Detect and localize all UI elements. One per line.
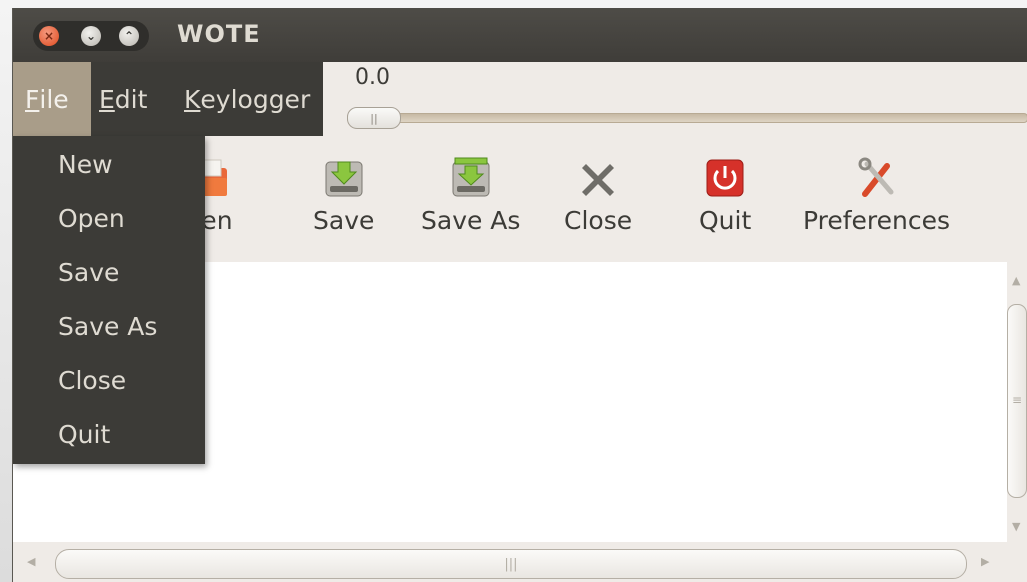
file-menu-dropdown: New Open Save Save As Close Quit	[13, 136, 205, 464]
title-bar: × ⌄ ⌃ WOTE	[13, 8, 1027, 62]
menu-bar: File Edit Keylogger	[13, 62, 323, 136]
grip-icon: |||	[504, 556, 518, 572]
vertical-scroll-thumb[interactable]: ≡	[1007, 304, 1027, 498]
file-menu-item-new[interactable]: New	[58, 150, 113, 179]
save-disk-icon	[325, 161, 363, 197]
slider-handle[interactable]: ||	[347, 107, 401, 129]
toolbar-quit-label: Quit	[699, 206, 752, 235]
slider-value: 0.0	[355, 65, 390, 90]
vertical-scrollbar[interactable]: ▲ ≡ ▼	[1007, 262, 1027, 542]
scroll-down-arrow-icon[interactable]: ▼	[1012, 520, 1020, 533]
power-icon	[706, 159, 744, 197]
toolbar-close-button[interactable]: Close	[564, 154, 632, 235]
file-menu-item-save[interactable]: Save	[58, 258, 119, 287]
tools-icon	[858, 157, 894, 197]
menu-file[interactable]: File	[13, 62, 91, 136]
toolbar-preferences-label: Preferences	[803, 206, 951, 235]
toolbar-save-as-button[interactable]: Save As	[421, 154, 520, 235]
scroll-left-arrow-icon[interactable]: ◀	[27, 555, 35, 568]
menu-edit-mnemonic: E	[99, 84, 115, 114]
menu-file-mnemonic: F	[25, 84, 40, 114]
menu-keylogger-mnemonic: K	[184, 84, 201, 114]
file-menu-item-save-as[interactable]: Save As	[58, 312, 157, 341]
menu-keylogger[interactable]: Keylogger	[176, 62, 318, 136]
toolbar-save-button[interactable]: Save	[313, 154, 374, 235]
toolbar-close-label: Close	[564, 206, 633, 235]
horizontal-scroll-thumb[interactable]: |||	[55, 549, 967, 579]
grip-icon: ≡	[1012, 393, 1023, 407]
window-controls: × ⌄ ⌃	[33, 21, 149, 51]
menu-edit[interactable]: Edit	[91, 62, 155, 136]
close-x-icon	[582, 164, 615, 196]
slider-track[interactable]	[347, 113, 1027, 123]
toolbar-save-as-label: Save As	[421, 206, 521, 235]
file-menu-item-close[interactable]: Close	[58, 366, 126, 395]
window-maximize-button[interactable]: ⌃	[119, 26, 139, 46]
horizontal-scrollbar[interactable]: ◀ ||| ▶	[13, 542, 1027, 582]
menu-edit-label: dit	[114, 84, 148, 114]
window-minimize-button[interactable]: ⌄	[81, 26, 101, 46]
window-title: WOTE	[177, 20, 261, 48]
file-menu-item-quit[interactable]: Quit	[58, 420, 110, 449]
slider-area: 0.0 ||	[323, 62, 1027, 136]
menu-file-label: ile	[39, 84, 69, 114]
window-close-button[interactable]: ×	[39, 26, 59, 46]
scroll-right-arrow-icon[interactable]: ▶	[981, 555, 989, 568]
file-menu-item-open[interactable]: Open	[58, 204, 125, 233]
scroll-up-arrow-icon[interactable]: ▲	[1012, 274, 1020, 287]
menu-keylogger-label: eylogger	[200, 84, 311, 114]
app-window: × ⌄ ⌃ WOTE File Edit Keylogger 0.0 || pe…	[12, 8, 1027, 582]
save-as-disk-icon	[452, 157, 490, 197]
toolbar-save-label: Save	[313, 206, 375, 235]
toolbar-preferences-button[interactable]: Preferences	[803, 154, 950, 235]
toolbar-quit-button[interactable]: Quit	[699, 154, 751, 235]
